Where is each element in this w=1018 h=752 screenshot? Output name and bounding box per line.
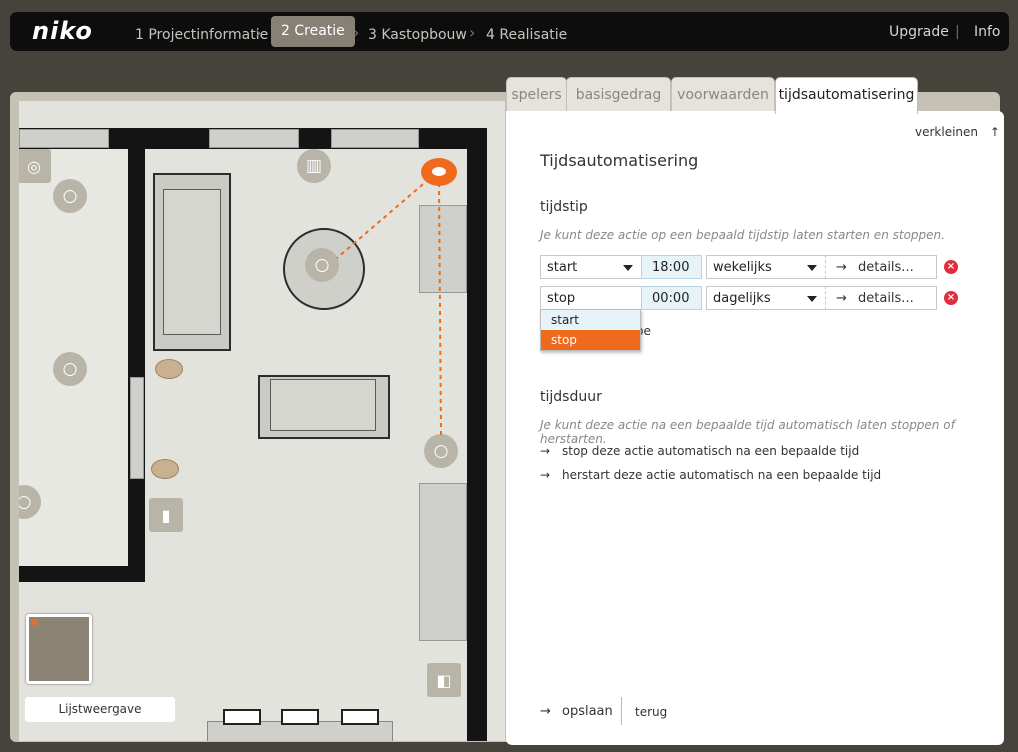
step-creatie[interactable]: 2 Creatie (271, 16, 355, 47)
delete-icon[interactable]: × (944, 291, 958, 305)
save-button[interactable]: → opslaan (540, 704, 613, 719)
panel-title: Tijdsautomatisering (540, 151, 699, 170)
dropdown-option-start[interactable]: start (541, 310, 640, 330)
nav-separator: | (955, 24, 960, 40)
connection-line (336, 178, 430, 259)
recurrence-select[interactable]: dagelijks (706, 286, 826, 310)
tab-basisgedrag[interactable]: basisgedrag (566, 77, 671, 112)
restart-automatic-label: herstart deze actie automatisch na een b… (562, 468, 882, 482)
upgrade-link[interactable]: Upgrade (889, 24, 949, 40)
arrow-right-icon: → (540, 704, 551, 719)
details-label: details... (858, 260, 914, 275)
arrow-right-icon: → (836, 291, 847, 306)
tijdstip-hint: Je kunt deze actie op een bepaald tijdst… (540, 228, 945, 242)
recurrence-select[interactable]: wekelijks (706, 255, 826, 279)
list-view-button[interactable]: Lijstweergave (25, 697, 175, 722)
niko-logo: niko (32, 17, 93, 45)
action-select[interactable]: start (540, 255, 642, 279)
caret-down-icon (623, 265, 633, 271)
action-select-value: start (547, 260, 578, 275)
action-select[interactable]: stop (540, 286, 642, 310)
tab-voorwaarden[interactable]: voorwaarden (671, 77, 775, 112)
stop-automatic-label: stop deze actie automatisch na een bepaa… (562, 444, 860, 458)
connection-line (438, 182, 442, 436)
time-input[interactable]: 18:00 (641, 255, 702, 279)
arrow-right-icon: → (836, 260, 847, 275)
chevron-right-icon: › (469, 23, 476, 42)
minimap[interactable] (26, 614, 92, 684)
tijdsduur-heading: tijdsduur (540, 389, 602, 405)
caret-down-icon (807, 265, 817, 271)
delete-icon[interactable]: × (944, 260, 958, 274)
collapse-label: verkleinen (915, 125, 979, 139)
dropdown-option-stop[interactable]: stop (541, 330, 640, 350)
tijdsduur-hint: Je kunt deze actie na een bepaalde tijd … (540, 418, 955, 446)
minimap-marker (31, 619, 38, 625)
save-label: opslaan (562, 704, 613, 719)
restart-automatic-link[interactable]: → herstart deze actie automatisch na een … (540, 468, 881, 482)
chevron-right-icon: › (255, 23, 262, 42)
details-label: details... (858, 291, 914, 306)
top-navigation-bar: niko 1 Projectinformatie › 2 Creatie › 3… (10, 12, 1009, 51)
step-realisatie[interactable]: 4 Realisatie (486, 20, 567, 51)
info-link[interactable]: Info (974, 24, 1001, 40)
collapse-button[interactable]: verkleinen ↑ (915, 125, 1000, 139)
recurrence-select-value: wekelijks (713, 260, 772, 275)
arrow-right-icon: → (540, 468, 551, 482)
step-projectinformatie[interactable]: 1 Projectinformatie (135, 20, 268, 51)
details-link[interactable]: → details... (825, 286, 937, 310)
arrow-right-icon: → (540, 444, 551, 458)
footer-divider (621, 697, 622, 725)
step-kastopbouw[interactable]: 3 Kastopbouw (368, 20, 467, 51)
tijdstip-heading: tijdstip (540, 199, 588, 215)
tab-spelers[interactable]: spelers (506, 77, 567, 112)
stop-automatic-link[interactable]: → stop deze actie automatisch na een bepa… (540, 444, 859, 458)
action-dropdown-menu[interactable]: start stop (540, 309, 641, 351)
recurrence-select-value: dagelijks (713, 291, 771, 306)
time-input[interactable]: 00:00 (641, 286, 702, 310)
back-button[interactable]: terug (635, 705, 667, 719)
caret-down-icon (807, 296, 817, 302)
chevron-right-icon: › (353, 23, 360, 42)
details-link[interactable]: → details... (825, 255, 937, 279)
action-select-value: stop (547, 291, 576, 306)
tab-tijdsautomatisering[interactable]: tijdsautomatisering (775, 77, 918, 114)
arrow-up-icon: ↑ (989, 125, 1000, 139)
